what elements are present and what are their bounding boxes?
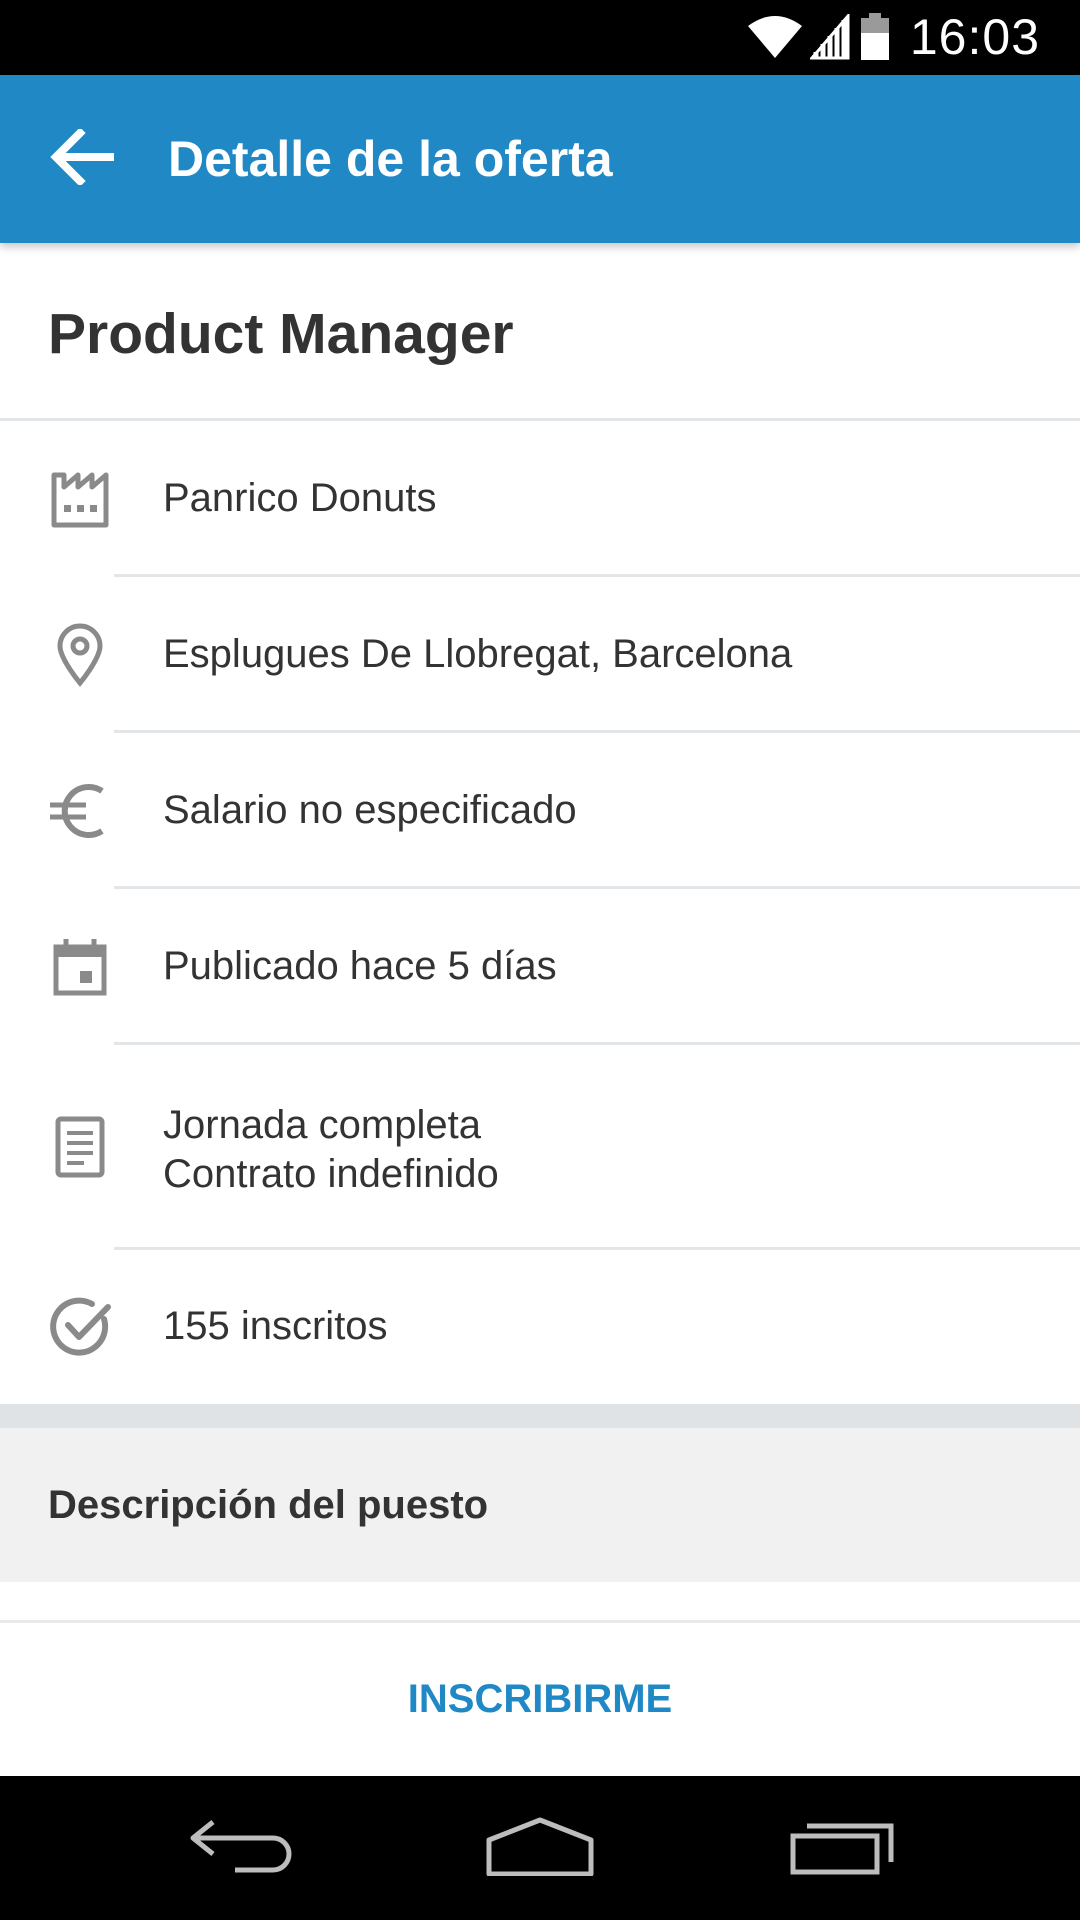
euro-icon: [48, 779, 112, 843]
check-circle-icon: [48, 1295, 112, 1359]
app-bar: Detalle de la oferta: [0, 75, 1080, 243]
nav-back-button[interactable]: [170, 1798, 310, 1898]
job-title-section: Product Manager: [0, 243, 1080, 421]
factory-icon: [48, 467, 112, 531]
salary-row: Salario no especificado: [0, 733, 1080, 889]
contract-duration: Contrato indefinido: [163, 1152, 499, 1196]
status-time: 16:03: [909, 9, 1040, 65]
battery-icon: [860, 13, 890, 61]
location-pin-icon: [48, 623, 112, 687]
location-row[interactable]: Esplugues De Llobregat, Barcelona: [0, 577, 1080, 733]
section-separator: [0, 1404, 1080, 1428]
company-name: Panrico Donuts: [163, 476, 437, 520]
page-title: Detalle de la oferta: [168, 131, 613, 187]
action-bar: INSCRIBIRME: [0, 1620, 1080, 1776]
status-bar: 16:03: [0, 0, 1080, 75]
applicants-row: 155 inscritos: [0, 1250, 1080, 1404]
nav-back-icon: [185, 1816, 295, 1881]
description-title: Descripción del puesto: [48, 1483, 489, 1527]
document-icon: [48, 1115, 112, 1179]
nav-home-button[interactable]: [470, 1798, 610, 1898]
salary-text: Salario no especificado: [163, 788, 577, 832]
wifi-icon: [746, 14, 804, 60]
contract-type: Jornada completa: [163, 1103, 481, 1147]
calendar-icon: [48, 935, 112, 999]
contract-row: Jornada completa Contrato indefinido: [0, 1045, 1080, 1250]
back-button[interactable]: [34, 117, 130, 201]
published-row: Publicado hace 5 días: [0, 889, 1080, 1045]
company-row[interactable]: Panrico Donuts: [0, 421, 1080, 577]
location-text: Esplugues De Llobregat, Barcelona: [163, 632, 793, 676]
nav-home-icon: [485, 1816, 595, 1881]
nav-recents-button[interactable]: [774, 1798, 914, 1898]
arrow-back-icon: [50, 126, 114, 190]
job-title: Product Manager: [48, 302, 514, 366]
nav-recents-icon: [789, 1816, 899, 1881]
navigation-bar: [0, 1776, 1080, 1920]
status-icons: 16:03: [746, 9, 1040, 65]
applicants-text: 155 inscritos: [163, 1304, 388, 1348]
published-text: Publicado hace 5 días: [163, 944, 557, 988]
apply-button[interactable]: INSCRIBIRME: [0, 1623, 1080, 1776]
description-header[interactable]: Descripción del puesto: [0, 1428, 1080, 1582]
signal-icon: [809, 14, 850, 60]
